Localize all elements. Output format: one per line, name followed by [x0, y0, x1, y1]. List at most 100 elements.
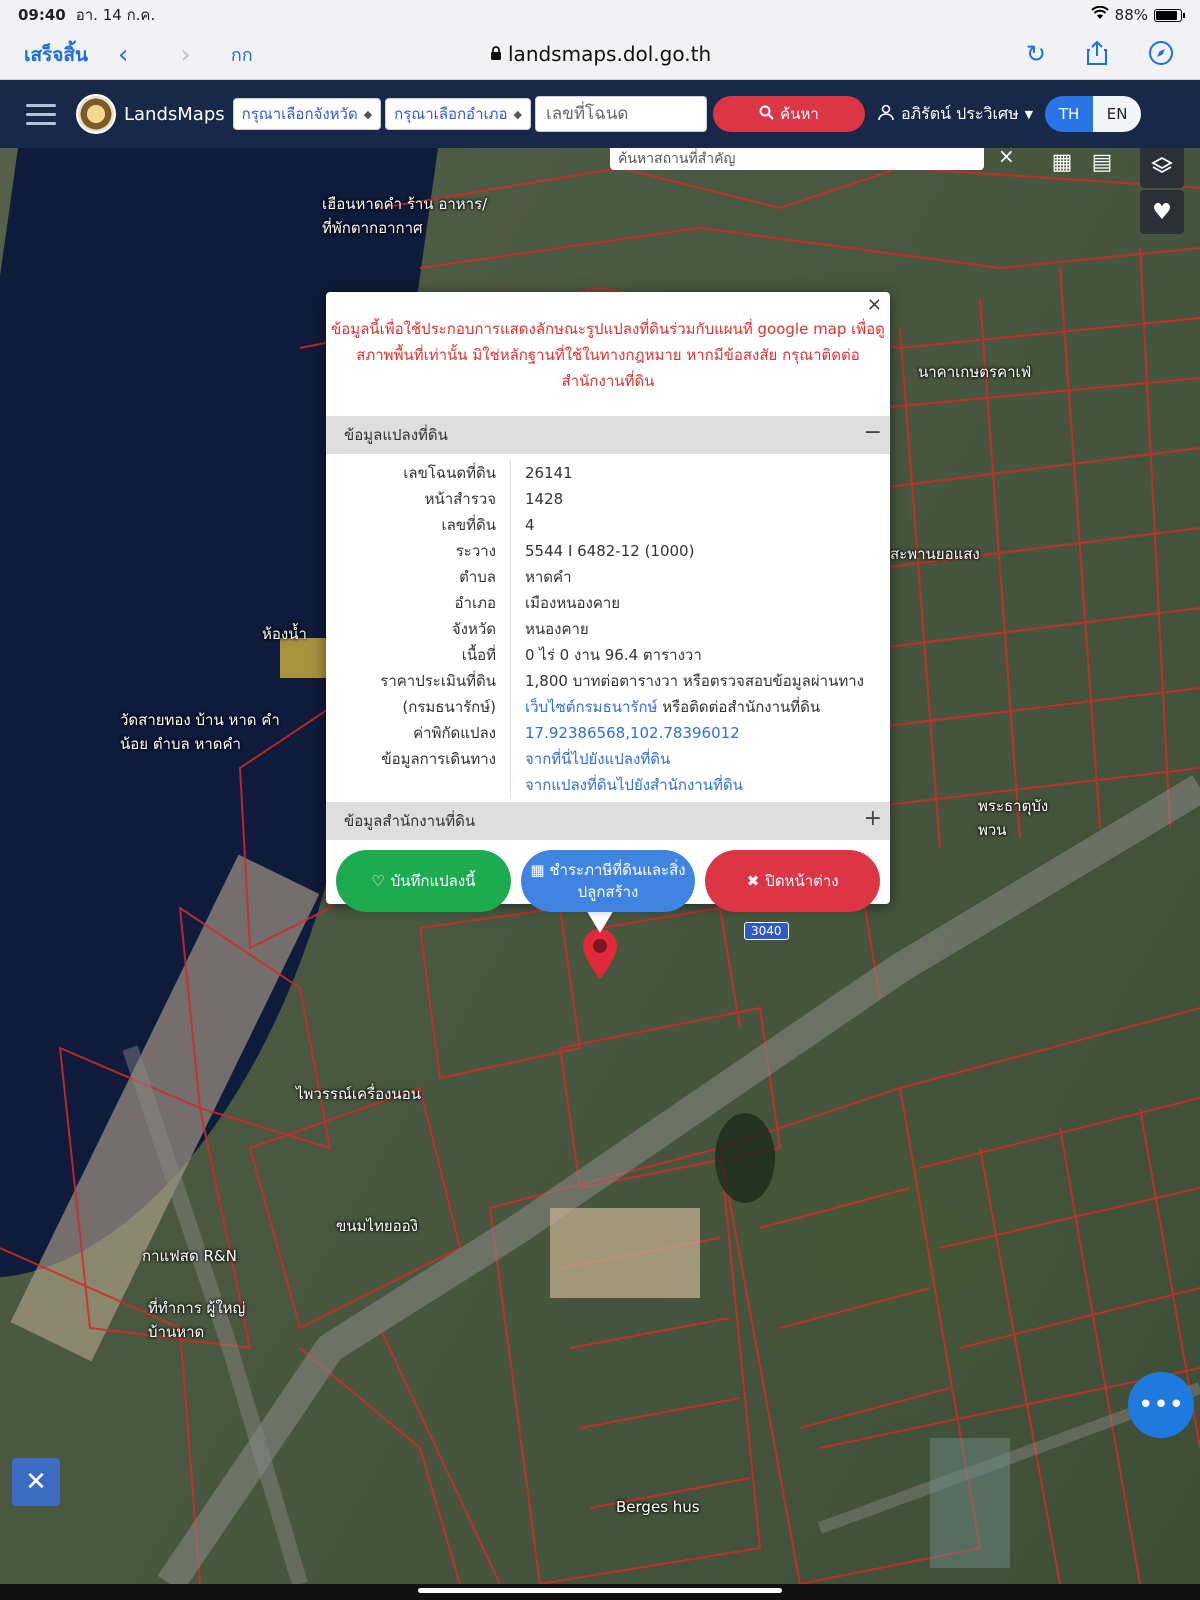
- chat-more-button[interactable]: •••: [1128, 1372, 1194, 1438]
- info-value: 1428: [525, 490, 564, 508]
- info-key: ราคาประเมินที่ดิน: [326, 668, 511, 694]
- brand-name: LandsMaps: [124, 103, 225, 125]
- info-row: เลขโฉนดที่ดิน 26141: [326, 460, 890, 486]
- browser-toolbar: เสร็จสิ้น ‹ › กก landsmaps.dol.go.th ↻: [0, 30, 1200, 80]
- measure-tool-icon[interactable]: ✕: [12, 1458, 60, 1506]
- info-key: เลขที่ดิน: [326, 512, 511, 538]
- app-navbar: LandsMaps กรุณาเลือกจังหวัด ◆ กรุณาเลือกอ…: [0, 80, 1200, 148]
- map-label[interactable]: ห้องน้ำ: [262, 622, 307, 646]
- map-label[interactable]: กาแฟสด R&N: [142, 1244, 237, 1268]
- favorite-heart-icon[interactable]: ♥: [1140, 190, 1184, 234]
- info-row: (กรมธนารักษ์) เว็บไซต์กรมธนารักษ์ หรือติ…: [326, 694, 890, 720]
- map-label[interactable]: นาคาเกษตรคาเฟ่: [918, 360, 1031, 384]
- parcel-info-title: ข้อมูลแปลงที่ดิน: [344, 426, 448, 444]
- lock-icon: [490, 42, 502, 66]
- info-row: ข้อมูลการเดินทาง จากที่นี่ไปยังแปลงที่ดิ…: [326, 746, 890, 772]
- reload-icon[interactable]: ↻: [1026, 40, 1046, 72]
- landmark-search-input[interactable]: ค้นหาสถานที่สำคัญ: [610, 148, 984, 170]
- directions-to-office-link[interactable]: จากแปลงที่ดินไปยังสำนักงานที่ดิน: [525, 776, 743, 794]
- info-row: หน้าสำรวจ 1428: [326, 486, 890, 512]
- hamburger-menu-icon[interactable]: [26, 103, 56, 125]
- info-value: จากที่นี่ไปยังแปลงที่ดิน: [511, 746, 670, 772]
- status-bar: 09:40 อา. 14 ก.ค. 88%: [0, 0, 1200, 30]
- map-label[interactable]: ไพวรรณ์เครื่องนอน: [296, 1082, 421, 1106]
- map-label[interactable]: เฮือนหาดคำ ร้าน อาหาร/ที่พักตากอากาศ: [322, 192, 512, 240]
- info-value: เมืองหนองคาย: [525, 594, 621, 612]
- info-key-empty: [326, 772, 511, 798]
- info-key: หน้าสำรวจ: [326, 486, 511, 512]
- info-key: เลขโฉนดที่ดิน: [326, 460, 511, 486]
- user-name: อภิรัตน์ ประวิเศษ: [900, 103, 1019, 123]
- collapse-minus-icon[interactable]: −: [864, 420, 882, 445]
- lang-th-button[interactable]: TH: [1045, 96, 1094, 132]
- map-label[interactable]: วัดสายทอง บ้าน หาด คำน้อย ตำบล หาดคำ: [120, 708, 290, 756]
- land-office-title: ข้อมูลสำนักงานที่ดิน: [344, 812, 476, 830]
- share-icon[interactable]: [1086, 40, 1108, 72]
- info-value: หนองคาย: [525, 620, 589, 638]
- info-row: จากแปลงที่ดินไปยังสำนักงานที่ดิน: [326, 772, 890, 798]
- wifi-icon: [1090, 5, 1109, 24]
- info-value: 0 ไร่ 0 งาน 96.4 ตารางวา: [525, 646, 702, 664]
- battery-percent: 88%: [1114, 6, 1148, 24]
- search-button[interactable]: ค้นหา: [712, 96, 865, 132]
- battery-icon: [1154, 8, 1185, 22]
- deed-number-input[interactable]: [534, 96, 707, 132]
- search-icon: [759, 105, 774, 124]
- treasury-website-link[interactable]: เว็บไซต์กรมธนารักษ์: [525, 698, 657, 716]
- done-button[interactable]: เสร็จสิ้น: [24, 40, 88, 70]
- user-menu[interactable]: อภิรัตน์ ประวิเศษ ▼: [877, 102, 1033, 127]
- province-select[interactable]: กรุณาเลือกจังหวัด ◆: [232, 98, 382, 130]
- info-key: อำเภอ: [326, 590, 511, 616]
- text-size-button[interactable]: กก: [231, 40, 253, 69]
- coordinates-link[interactable]: 17.92386568,102.78396012: [525, 724, 740, 742]
- map-label[interactable]: พระธาตุบังพวน: [978, 794, 1068, 842]
- address-bar[interactable]: landsmaps.dol.go.th: [490, 42, 711, 66]
- ruler-icon[interactable]: ▤: [1080, 148, 1124, 184]
- map-label[interactable]: Berges hus: [616, 1498, 700, 1516]
- info-value: จากแปลงที่ดินไปยังสำนักงานที่ดิน: [511, 772, 743, 798]
- info-value: เว็บไซต์กรมธนารักษ์ หรือติดต่อสำนักงานที…: [511, 694, 820, 720]
- pay-tax-button[interactable]: ▦ ชำระภาษีที่ดินและสิ่งปลูกสร้าง: [520, 850, 696, 912]
- expand-plus-icon[interactable]: +: [864, 806, 882, 831]
- disclaimer-text: ข้อมูลนี้เพื่อใช้ประกอบการแสดงลักษณะรูปแ…: [331, 320, 885, 390]
- district-select-value: กรุณาเลือกอำเภอ: [394, 105, 508, 123]
- close-x-icon: ✖: [746, 872, 760, 890]
- heart-icon: ♡: [371, 872, 385, 890]
- save-parcel-button[interactable]: ♡ บันทึกแปลงนี้: [336, 850, 511, 912]
- language-toggle: TH EN: [1045, 96, 1142, 132]
- district-select[interactable]: กรุณาเลือกอำเภอ ◆: [385, 98, 531, 130]
- pay-tax-text: ชำระภาษีที่ดินและสิ่งปลูกสร้าง: [549, 861, 686, 901]
- info-key: (กรมธนารักษ์): [326, 694, 511, 720]
- parcel-info-header[interactable]: ข้อมูลแปลงที่ดิน −: [326, 416, 890, 454]
- url-text: landsmaps.dol.go.th: [508, 42, 712, 66]
- back-chevron-icon[interactable]: ‹: [118, 40, 128, 70]
- land-office-header[interactable]: ข้อมูลสำนักงานที่ดิน +: [326, 802, 890, 840]
- map-label[interactable]: ที่ทำการ ผู้ใหญ่บ้านหาด: [148, 1296, 258, 1344]
- street-view-icon[interactable]: ▦: [1040, 148, 1084, 184]
- info-row: ราคาประเมินที่ดิน 1,800 บาทต่อตารางวา หรื…: [326, 668, 890, 694]
- popup-actions: ♡ บันทึกแปลงนี้ ▦ ชำระภาษีที่ดินและสิ่งป…: [326, 840, 890, 912]
- close-window-button[interactable]: ✖ ปิดหน้าต่าง: [705, 850, 881, 912]
- info-key: ข้อมูลการเดินทาง: [326, 746, 511, 772]
- info-row: เนื้อที่ 0 ไร่ 0 งาน 96.4 ตารางวา: [326, 642, 890, 668]
- map-label[interactable]: ขนมไทยอองิ: [336, 1214, 418, 1238]
- search-button-label: ค้นหา: [780, 105, 819, 123]
- lang-en-button[interactable]: EN: [1093, 96, 1142, 132]
- info-value: หาดคำ: [525, 568, 572, 586]
- clear-search-icon[interactable]: ×: [998, 148, 1015, 168]
- treasury-contact-text: หรือติดต่อสำนักงานที่ดิน: [657, 698, 821, 716]
- close-icon[interactable]: ×: [867, 294, 882, 315]
- forward-chevron-icon[interactable]: ›: [180, 40, 190, 70]
- info-row: ตำบล หาดคำ: [326, 564, 890, 590]
- map-label[interactable]: สะพานยอแสง: [890, 542, 980, 566]
- info-value: 1,800 บาทต่อตารางวา หรือตรวจสอบข้อมูลผ่า…: [525, 672, 864, 690]
- info-row: ระวาง 5544 I 6482-12 (1000): [326, 538, 890, 564]
- parcel-info-popup: × ข้อมูลนี้เพื่อใช้ประกอบการแสดงลักษณะรู…: [326, 292, 890, 912]
- directions-to-parcel-link[interactable]: จากที่นี่ไปยังแปลงที่ดิน: [525, 750, 670, 768]
- parcel-info-table: เลขโฉนดที่ดิน 26141 หน้าสำรวจ 1428 เลขที่ด…: [326, 454, 890, 802]
- info-key: ระวาง: [326, 538, 511, 564]
- user-icon: [877, 103, 895, 125]
- layers-icon[interactable]: [1140, 148, 1184, 188]
- compass-icon[interactable]: [1148, 40, 1174, 72]
- parcel-location-pin-icon[interactable]: [580, 928, 620, 980]
